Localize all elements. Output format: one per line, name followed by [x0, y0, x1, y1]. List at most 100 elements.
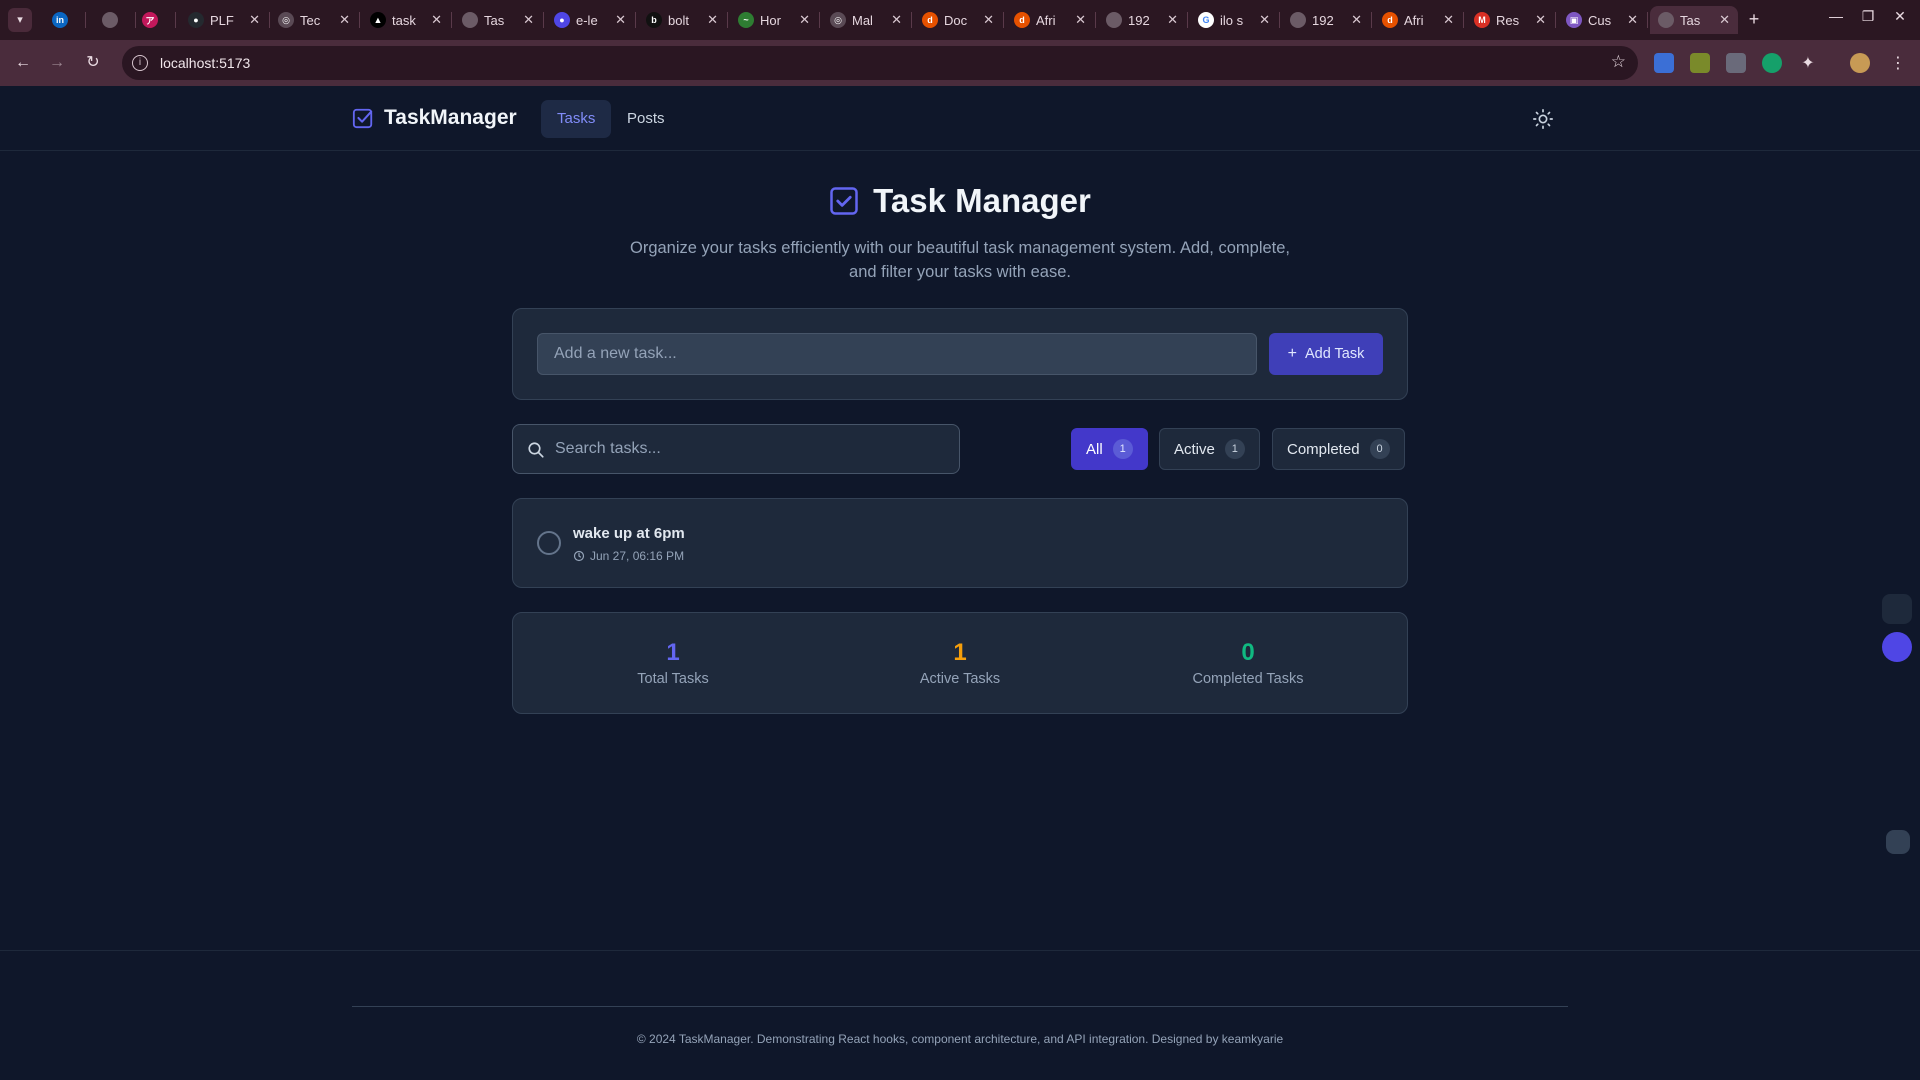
tab-favicon-icon: d	[922, 12, 938, 28]
browser-tab[interactable]: ● PLF ✕	[180, 6, 268, 34]
browser-tab[interactable]: ◎ Mal ✕	[822, 6, 910, 34]
tab-separator	[175, 12, 176, 28]
tab-title: 192	[1312, 12, 1334, 28]
browser-tab[interactable]: ~ Hor ✕	[730, 6, 818, 34]
tab-separator	[451, 12, 452, 28]
tab-separator	[85, 12, 86, 28]
stat-active-value: 1	[953, 639, 967, 666]
tab-close-icon[interactable]: ✕	[1443, 12, 1454, 28]
filter-completed-button[interactable]: Completed 0	[1272, 428, 1405, 470]
tab-close-icon[interactable]: ✕	[1075, 12, 1086, 28]
stat-total-value: 1	[666, 639, 680, 666]
stats-card: 1 Total Tasks 1 Active Tasks 0 Completed…	[512, 612, 1408, 714]
add-task-card: + Add Task	[512, 308, 1408, 400]
browser-tab[interactable]: ▣ Cus ✕	[1558, 6, 1646, 34]
nav-tab-tasks[interactable]: Tasks	[541, 100, 612, 138]
tab-separator	[1003, 12, 1004, 28]
tab-title: Cus	[1588, 12, 1612, 28]
tab-favicon-icon	[462, 12, 478, 28]
browser-tab[interactable]	[94, 6, 134, 34]
tab-favicon-icon	[1658, 12, 1674, 28]
browser-menu-icon[interactable]: ⋮	[1888, 53, 1908, 73]
side-widget-assistant-icon[interactable]	[1882, 632, 1912, 662]
filter-all-button[interactable]: All 1	[1071, 428, 1148, 470]
minimize-button[interactable]: —	[1824, 8, 1848, 24]
filter-active-button[interactable]: Active 1	[1159, 428, 1260, 470]
profile-avatar[interactable]	[1850, 53, 1870, 73]
theme-toggle-sun-icon[interactable]	[1532, 108, 1554, 130]
side-widget-collapse-icon[interactable]	[1886, 830, 1910, 854]
browser-tab[interactable]: ▲ task ✕	[362, 6, 450, 34]
back-button[interactable]: ←	[12, 52, 34, 74]
reload-button[interactable]: ↻	[82, 52, 104, 74]
tab-close-icon[interactable]: ✕	[339, 12, 350, 28]
stat-completed-label: Completed Tasks	[1192, 671, 1304, 687]
add-task-button[interactable]: + Add Task	[1269, 333, 1383, 375]
app-header: TaskManager Tasks Posts	[0, 86, 1920, 151]
tab-search-button[interactable]: ▾	[8, 8, 32, 32]
tab-favicon-icon: M	[1474, 12, 1490, 28]
tab-close-icon[interactable]: ✕	[983, 12, 994, 28]
forward-button[interactable]: →	[46, 52, 68, 74]
tab-close-icon[interactable]: ✕	[891, 12, 902, 28]
browser-tab[interactable]: ア	[134, 6, 174, 34]
browser-tab[interactable]: Gilo s ✕	[1190, 6, 1278, 34]
extension-grid-icon[interactable]	[1690, 53, 1710, 73]
close-window-button[interactable]: ✕	[1888, 8, 1912, 25]
tab-close-icon[interactable]: ✕	[1167, 12, 1178, 28]
extensions-puzzle-icon[interactable]: ✦	[1798, 53, 1818, 73]
brand[interactable]: TaskManager	[352, 106, 517, 130]
tab-close-icon[interactable]: ✕	[1351, 12, 1362, 28]
footer-inner-divider	[352, 1006, 1568, 1007]
restore-button[interactable]: ❐	[1856, 8, 1880, 25]
bookmark-star-icon[interactable]: ☆	[1611, 52, 1626, 72]
tab-close-icon[interactable]: ✕	[1627, 12, 1638, 28]
browser-tab[interactable]: M Res ✕	[1466, 6, 1554, 34]
browser-tab[interactable]: d Doc ✕	[914, 6, 1002, 34]
tab-close-icon[interactable]: ✕	[523, 12, 534, 28]
tab-close-icon[interactable]: ✕	[799, 12, 810, 28]
tab-separator	[727, 12, 728, 28]
tab-close-icon[interactable]: ✕	[431, 12, 442, 28]
checkbox-logo-icon	[352, 108, 373, 129]
tab-title: Doc	[944, 12, 968, 28]
address-bar[interactable]: i localhost:5173 ☆	[122, 46, 1638, 80]
browser-tab[interactable]: 192 ✕	[1098, 6, 1186, 34]
tab-close-icon[interactable]: ✕	[615, 12, 626, 28]
browser-tab[interactable]: ◎ Tec ✕	[270, 6, 358, 34]
tab-close-icon[interactable]: ✕	[1535, 12, 1546, 28]
tab-close-icon[interactable]: ✕	[1259, 12, 1270, 28]
browser-tab[interactable]: d Afri ✕	[1374, 6, 1462, 34]
browser-tab[interactable]: in	[44, 6, 84, 34]
tab-favicon-icon	[1290, 12, 1306, 28]
browser-tab[interactable]: Tas ✕	[1650, 6, 1738, 34]
extension-translate-icon[interactable]	[1654, 53, 1674, 73]
stat-total: 1 Total Tasks	[573, 639, 773, 687]
new-task-input[interactable]	[537, 333, 1257, 375]
browser-tab[interactable]: b bolt ✕	[638, 6, 726, 34]
site-info-icon[interactable]: i	[132, 55, 148, 71]
tab-separator	[1371, 12, 1372, 28]
nav-tab-posts[interactable]: Posts	[611, 100, 681, 138]
tab-close-icon[interactable]: ✕	[249, 12, 260, 28]
browser-tab[interactable]: 192 ✕	[1282, 6, 1370, 34]
tab-favicon-icon: d	[1382, 12, 1398, 28]
grammarly-icon[interactable]	[1762, 53, 1782, 73]
task-item: wake up at 6pm Jun 27, 06:16 PM	[512, 498, 1408, 588]
side-widget-grid-icon[interactable]	[1882, 594, 1912, 624]
tab-separator	[543, 12, 544, 28]
extension-mail-icon[interactable]	[1726, 53, 1746, 73]
tab-close-icon[interactable]: ✕	[707, 12, 718, 28]
search-input[interactable]	[555, 425, 951, 473]
tab-separator	[1463, 12, 1464, 28]
browser-tab[interactable]: Tas ✕	[454, 6, 542, 34]
tab-close-icon[interactable]: ✕	[1719, 12, 1730, 28]
new-tab-button[interactable]: +	[1742, 8, 1766, 32]
tab-title: bolt	[668, 12, 689, 28]
tab-separator	[1187, 12, 1188, 28]
browser-tab[interactable]: ● e-le ✕	[546, 6, 634, 34]
tab-title: Hor	[760, 12, 781, 28]
task-complete-checkbox[interactable]	[537, 531, 561, 555]
footer-divider	[0, 950, 1920, 951]
browser-tab[interactable]: d Afri ✕	[1006, 6, 1094, 34]
